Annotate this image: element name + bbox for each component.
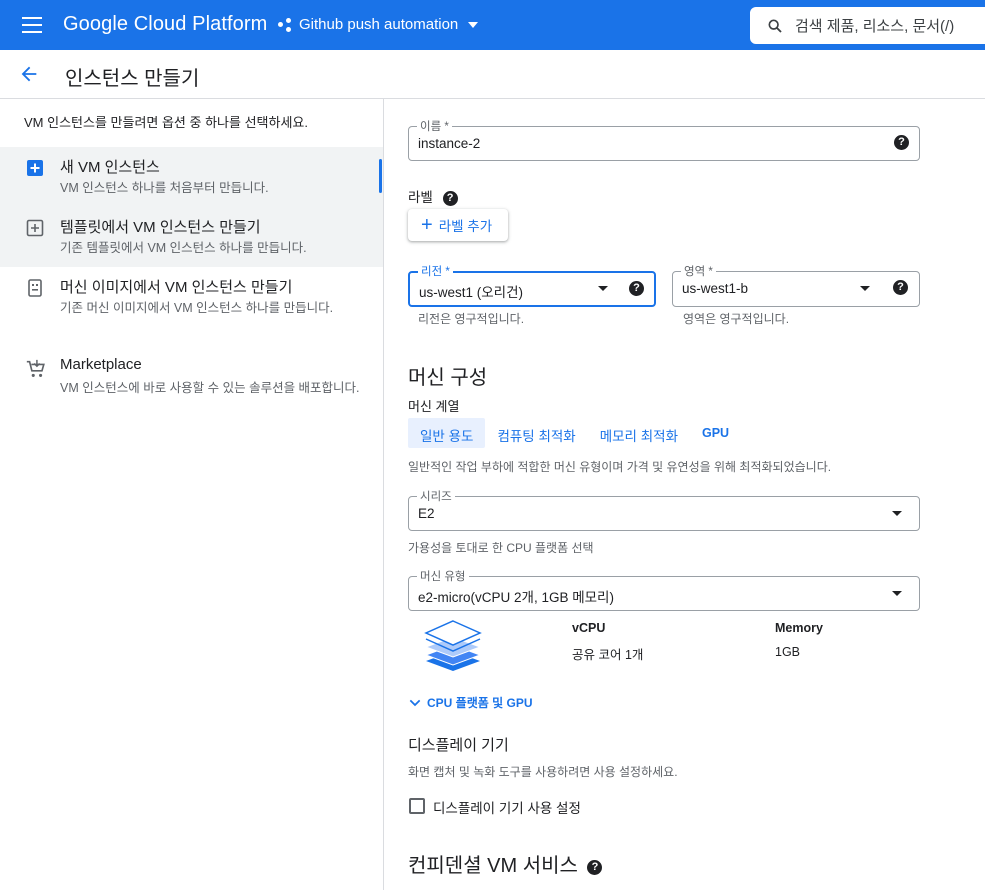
cart-icon — [25, 358, 45, 378]
display-title: 디스플레이 기기 — [408, 737, 509, 754]
brand-title[interactable]: Google Cloud Platform — [63, 13, 267, 36]
series-value: E2 — [418, 506, 435, 521]
tab-compute-optimized[interactable]: 컴퓨팅 최적화 — [485, 418, 587, 448]
chevron-down-icon — [409, 699, 421, 706]
region-label: 리전 * — [418, 263, 453, 279]
project-name: Github push automation — [299, 16, 459, 33]
dropdown-arrow-icon — [598, 286, 608, 291]
option-description: 기존 머신 이미지에서 VM 인스턴스 하나를 만듭니다. — [60, 301, 334, 315]
series-select[interactable]: 시리즈 E2 — [408, 488, 920, 531]
spec-memory-label: Memory — [775, 621, 823, 635]
zone-hint: 영역은 영구적입니다. — [683, 312, 790, 326]
option-from-machine-image[interactable]: 머신 이미지에서 VM 인스턴스 만들기 기존 머신 이미지에서 VM 인스턴스… — [0, 267, 383, 347]
machine-family-label: 머신 계열 — [408, 399, 460, 414]
spec-memory-value: 1GB — [775, 645, 801, 659]
help-icon[interactable]: ? — [442, 190, 458, 206]
labels-title: 라벨 — [408, 190, 433, 205]
instance-form: 이름 * instance-2 ? 라벨 ? + 라벨 추가 리전 * us-w… — [385, 99, 985, 890]
display-description: 화면 캡처 및 녹화 도구를 사용하려면 사용 설정하세요. — [408, 765, 678, 779]
search-icon — [767, 18, 795, 34]
help-icon[interactable]: ? — [629, 281, 644, 296]
option-new-vm[interactable]: 새 VM 인스턴스 VM 인스턴스 하나를 처음부터 만듭니다. — [0, 147, 383, 207]
menu-icon[interactable] — [22, 17, 42, 33]
page-header: 인스턴스 만들기 — [0, 50, 985, 99]
option-title: 머신 이미지에서 VM 인스턴스 만들기 — [60, 279, 293, 296]
name-label: 이름 * — [417, 118, 452, 134]
dropdown-arrow-icon — [892, 591, 902, 596]
display-device-checkbox-label[interactable]: 디스플레이 기기 사용 설정 — [433, 797, 581, 817]
top-app-bar: Google Cloud Platform Github push automa… — [0, 0, 985, 50]
series-hint: 가용성을 토대로 한 CPU 플랫폼 선택 — [408, 541, 594, 555]
help-icon[interactable]: ? — [893, 280, 908, 295]
tab-general-purpose[interactable]: 일반 용도 — [408, 418, 486, 448]
region-hint: 리전은 영구적입니다. — [418, 312, 525, 326]
name-value[interactable]: instance-2 — [418, 136, 480, 151]
series-label: 시리즈 — [417, 488, 455, 504]
region-select[interactable]: 리전 * us-west1 (오리건) ? — [408, 263, 656, 307]
name-field[interactable]: 이름 * instance-2 ? — [408, 118, 920, 161]
add-label-button[interactable]: + 라벨 추가 — [408, 209, 508, 241]
region-value: us-west1 (오리건) — [419, 285, 524, 300]
spec-vcpu-label: vCPU — [572, 621, 606, 635]
machine-family-tabs: 일반 용도 컴퓨팅 최적화 메모리 최적화 GPU — [408, 418, 741, 448]
option-from-template[interactable]: 템플릿에서 VM 인스턴스 만들기 기존 템플릿에서 VM 인스턴스 하나를 만… — [0, 207, 383, 267]
back-arrow-icon[interactable] — [18, 63, 40, 85]
chevron-down-icon — [468, 21, 479, 28]
page-title: 인스턴스 만들기 — [65, 68, 200, 90]
option-title: Marketplace — [60, 356, 142, 373]
creation-options-panel: VM 인스턴스를 만들려면 옵션 중 하나를 선택하세요. 새 VM 인스턴스 … — [0, 99, 384, 890]
machine-type-select[interactable]: 머신 유형 e2-micro(vCPU 2개, 1GB 메모리) — [408, 568, 920, 611]
add-box-icon — [25, 158, 45, 178]
dropdown-arrow-icon — [892, 511, 902, 516]
confidential-title: 컨피덴셜 VM 서비스 — [408, 855, 578, 877]
help-icon[interactable]: ? — [894, 135, 909, 150]
tab-memory-optimized[interactable]: 메모리 최적화 — [588, 418, 690, 448]
search-placeholder: 검색 제품, 리소스, 문서(/) — [795, 18, 955, 35]
options-intro: VM 인스턴스를 만들려면 옵션 중 하나를 선택하세요. — [24, 115, 308, 130]
spec-vcpu-value: 공유 코어 1개 — [572, 648, 644, 662]
add-label-text: 라벨 추가 — [438, 219, 493, 234]
layers-icon — [423, 617, 483, 677]
display-device-checkbox[interactable] — [409, 798, 425, 814]
option-description: VM 인스턴스 하나를 처음부터 만듭니다. — [60, 181, 269, 195]
dropdown-arrow-icon — [860, 286, 870, 291]
plus-icon: + — [421, 214, 433, 236]
zone-select[interactable]: 영역 * us-west1-b ? — [672, 263, 920, 307]
project-icon — [277, 17, 293, 33]
cpu-platform-text: CPU 플랫폼 및 GPU — [427, 696, 533, 710]
project-selector[interactable]: Github push automation — [277, 16, 479, 33]
machine-config-title: 머신 구성 — [408, 367, 488, 389]
search-input[interactable]: 검색 제품, 리소스, 문서(/) — [750, 7, 985, 44]
zone-label: 영역 * — [681, 263, 716, 279]
machine-type-label: 머신 유형 — [417, 568, 469, 584]
help-icon[interactable]: ? — [587, 860, 603, 875]
template-add-icon — [25, 218, 45, 238]
cpu-platform-expander[interactable]: CPU 플랫폼 및 GPU — [407, 694, 533, 711]
tab-gpu[interactable]: GPU — [690, 418, 741, 448]
machine-type-value: e2-micro(vCPU 2개, 1GB 메모리) — [418, 590, 614, 605]
option-title: 템플릿에서 VM 인스턴스 만들기 — [60, 219, 261, 236]
confidential-section: 컨피덴셜 VM 서비스 ? — [408, 849, 603, 878]
option-description: 기존 템플릿에서 VM 인스턴스 하나를 만듭니다. — [60, 241, 307, 255]
option-marketplace[interactable]: Marketplace VM 인스턴스에 바로 사용할 수 있는 솔루션을 배포… — [0, 347, 383, 427]
machine-image-icon — [25, 278, 45, 298]
option-description: VM 인스턴스에 바로 사용할 수 있는 솔루션을 배포합니다. — [60, 381, 360, 395]
family-description: 일반적인 작업 부하에 적합한 머신 유형이며 가격 및 유연성을 위해 최적화… — [408, 460, 832, 474]
zone-value: us-west1-b — [682, 281, 749, 296]
option-title: 새 VM 인스턴스 — [60, 159, 160, 176]
labels-section: 라벨 ? — [408, 186, 458, 206]
